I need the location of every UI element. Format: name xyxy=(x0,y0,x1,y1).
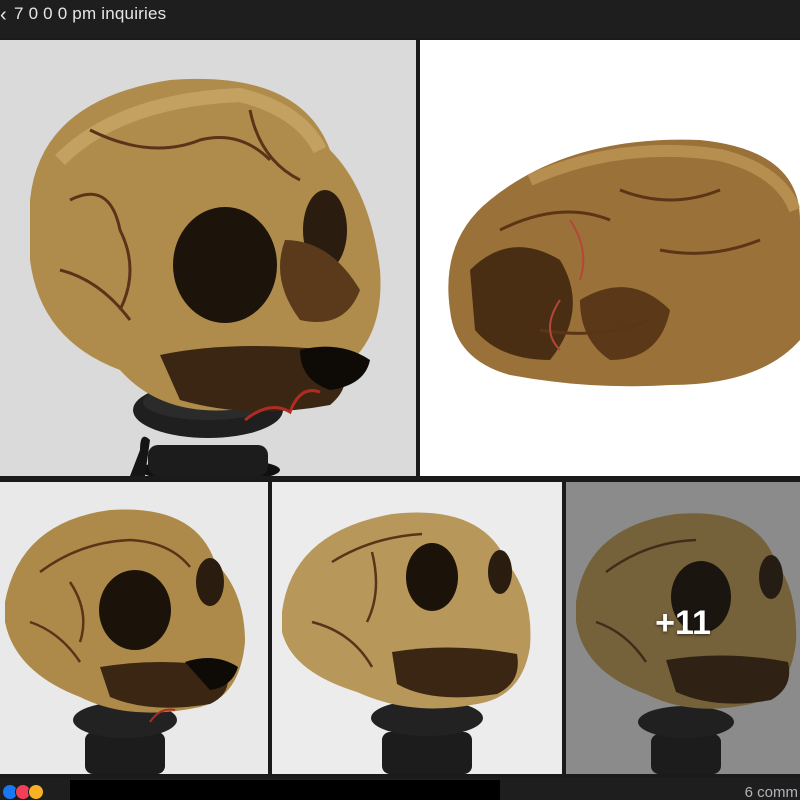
skull-photo-2[interactable] xyxy=(420,40,800,476)
back-icon[interactable]: ‹ xyxy=(0,5,7,25)
skull-photo-1[interactable] xyxy=(0,40,416,476)
reaction-icons[interactable] xyxy=(2,784,44,800)
comments-count[interactable]: 6 comm xyxy=(745,785,798,800)
skull-photo-3[interactable] xyxy=(0,482,268,774)
post-header: ‹ 7 0 0 0 pm inquiries xyxy=(0,0,800,38)
skull-image xyxy=(272,482,562,774)
footer-divider xyxy=(70,780,500,800)
care-icon xyxy=(28,784,44,800)
skull-image xyxy=(0,482,268,774)
skull-photo-4[interactable] xyxy=(272,482,562,774)
more-photos-count[interactable]: +11 xyxy=(566,604,800,643)
skull-image xyxy=(420,40,800,476)
skull-photo-5[interactable]: +11 xyxy=(566,482,800,774)
skull-image xyxy=(0,40,416,476)
post-caption: 7 0 0 0 pm inquiries xyxy=(14,4,167,23)
